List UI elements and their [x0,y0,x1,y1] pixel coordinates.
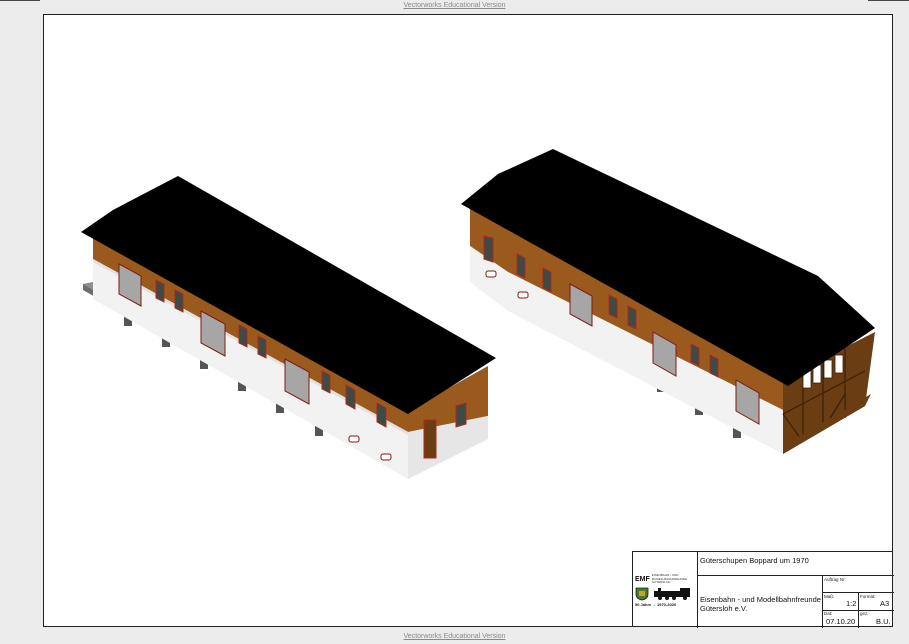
organization-line2: Gütersloh e.V. [700,604,748,613]
building-right [461,149,875,454]
drawing-title: Güterschupen Boppard um 1970 [700,556,809,565]
logo-anniversary: 50 Jahre - 1970-2020 [635,601,677,607]
massstab-label: Maß: [824,594,835,599]
watermark-bottom: Vectorworks Educational Version [403,633,506,640]
emf-logo: EMF EISENBAHN - UND MODELLBAHNFREUNDE GÜ… [635,573,695,607]
organization-name: Eisenbahn - und Modellbahnfreunde Güters… [700,595,821,613]
logo-abbr: EMF [635,575,650,583]
auftrag-label: Auftrag Nr: [824,577,846,582]
logo-name-line3: GÜTERSLOH [651,580,671,584]
gez-label: gez: [860,611,869,616]
building-left [81,176,496,479]
gable-door-left [423,419,437,459]
massstab-value: 1:2 [846,599,857,608]
datum-label: Dat: [824,611,833,616]
title-block: EMF EISENBAHN - UND MODELLBAHNFREUNDE GÜ… [632,551,894,628]
gez-value: B.U. [876,617,891,626]
drawing-canvas [81,149,875,479]
coat-of-arms-icon [635,587,649,600]
frame-corner-line-right [868,0,909,1]
format-value: A3 [880,599,890,608]
datum-value: 07.10.20 [826,617,856,626]
watermark-top: Vectorworks Educational Version [403,2,506,9]
frame-corner-line-left [0,0,40,1]
format-label: Format: [860,594,876,599]
organization-line1: Eisenbahn - und Modellbahnfreunde [700,595,821,604]
locomotive-icon [654,587,690,600]
